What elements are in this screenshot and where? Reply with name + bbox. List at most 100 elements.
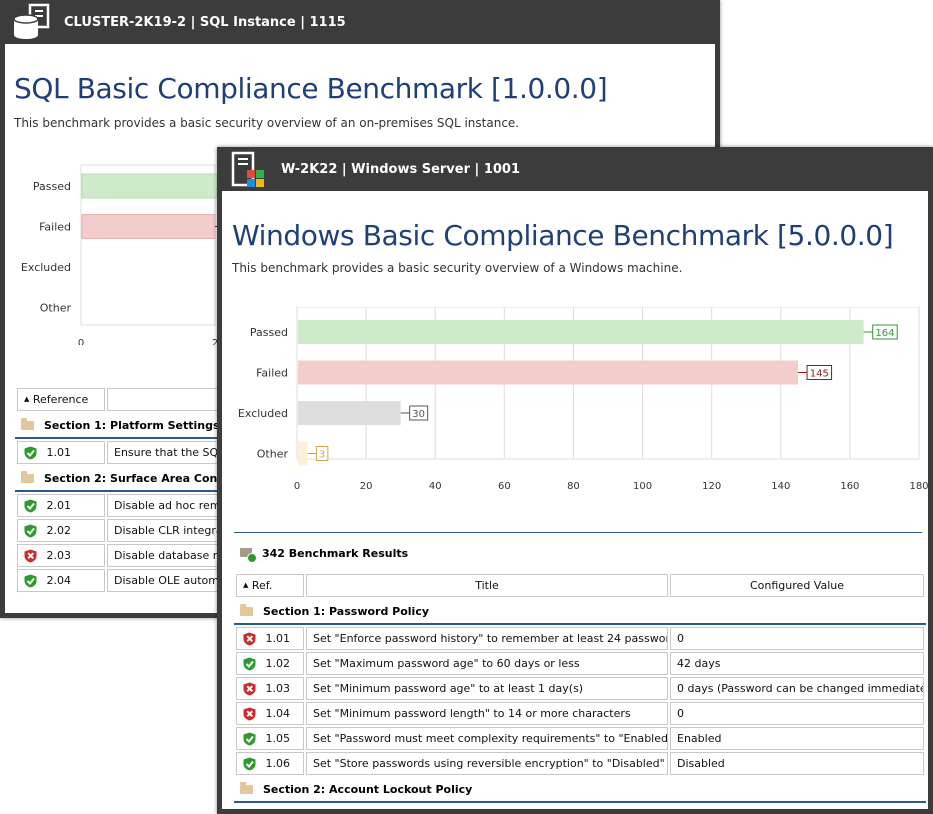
x-tick-label: 0 [78,338,84,345]
title-cell: Set "Enforce password history" to rememb… [306,627,668,650]
ref-label: 1.02 [265,656,291,670]
sort-up-icon: ▲ [243,581,249,589]
shield-x-icon [24,549,37,563]
ref-label: 2.01 [46,498,72,512]
windows-page-description: This benchmark provides a basic security… [232,261,683,275]
ref-label: 2.02 [46,523,72,537]
shield-x-icon [243,707,256,721]
windows-server-window: W-2K22 | Windows Server | 1001 Windows B… [217,147,933,814]
table-row[interactable]: 1.04 Set "Minimum password length" to 14 … [236,702,924,725]
section-header[interactable]: Section 1: Password Policy [234,599,926,625]
ref-label: 1.06 [265,756,291,770]
value-cell: 42 days [670,652,924,675]
shield-x-icon [243,632,256,646]
shield-check-icon [243,757,256,771]
category-label-passed: Passed [33,180,71,193]
table-row[interactable]: 1.01 Set "Enforce password history" to re… [236,627,924,650]
sql-page-description: This benchmark provides a basic security… [14,116,520,130]
windows-window-title: W-2K22 | Windows Server | 1001 [281,161,520,177]
table-row[interactable]: 1.03 Set "Minimum password age" to at lea… [236,677,924,700]
shield-check-icon [24,499,37,513]
title-cell: Set "Minimum password length" to 14 or m… [306,702,668,725]
bar-excluded[interactable] [298,401,401,425]
data-label-excluded: 30 [412,409,425,420]
x-tick-label: 140 [771,481,790,492]
ref-label: 1.05 [265,731,291,745]
ref-cell: 2.03 [17,544,105,567]
title-header-label: Title [475,579,499,592]
configured-value-header[interactable]: Configured Value [670,574,924,597]
x-tick-label: 160 [840,481,859,492]
table-row[interactable]: 1.05 Set "Password must meet complexity r… [236,727,924,750]
ref-label: 1.04 [265,706,291,720]
windows-results-table: ▲ Ref. Title Configured Value Section 1:… [234,572,926,803]
shield-check-icon [24,524,37,538]
data-label-other: 3 [319,450,325,461]
ref-cell: 1.02 [236,652,304,675]
sql-database-icon [10,2,52,42]
shield-check-icon [243,732,256,746]
sql-sort-reference-header[interactable]: ▲ Reference [17,388,105,411]
ref-label: 1.01 [265,631,291,645]
value-cell: 0 [670,627,924,650]
category-label-passed: Passed [250,326,288,339]
ref-cell: 1.06 [236,752,304,775]
ref-cell: 1.05 [236,727,304,750]
category-label-other: Other [40,302,72,315]
data-label-failed: 145 [810,369,829,380]
results-divider [234,532,922,533]
bar-failed[interactable] [81,214,216,239]
x-tick-label: 40 [429,481,442,492]
windows-results-chart: 0 20 40 60 80 100 120 140 160 180 Passed 164 Failed 1… [238,307,928,492]
title-cell: Set "Minimum password age" to at least 1… [306,677,668,700]
sort-ref-header[interactable]: ▲ Ref. [236,574,304,597]
title-header[interactable]: Title [306,574,668,597]
x-tick-label: 100 [633,481,652,492]
ref-label: 1.03 [265,681,291,695]
section-label: Section 1: Password Policy [263,604,430,618]
results-count: 342 Benchmark Results [240,543,408,563]
shield-check-icon [24,574,37,588]
bar-passed[interactable] [298,320,864,344]
windows-page-title: Windows Basic Compliance Benchmark [5.0.… [232,219,894,252]
sort-up-icon: ▲ [24,395,30,403]
table-row[interactable]: 1.06 Set "Store passwords using reversibl… [236,752,924,775]
table-row[interactable]: 1.02 Set "Maximum password age" to 60 day… [236,652,924,675]
windows-table-header: ▲ Ref. Title Configured Value [236,574,924,597]
sql-results-chart: 024PassedFailedExcludedOther2 [21,164,245,345]
value-cell: 0 [670,702,924,725]
bar-failed[interactable] [298,360,799,385]
category-label-other: Other [257,448,289,461]
value-cell: Disabled [670,752,924,775]
ref-label: 1.01 [46,445,72,459]
ref-cell: 1.03 [236,677,304,700]
ref-label: 2.03 [46,548,72,562]
sql-reference-header-label: Reference [32,393,89,406]
title-cell: Set "Store passwords using reversible en… [306,752,668,775]
windows-window-titlebar[interactable]: W-2K22 | Windows Server | 1001 [222,147,928,191]
ref-header-label: Ref. [251,579,273,592]
section-label: Section 1: Platform Settings [44,418,220,432]
shield-check-icon [24,446,37,460]
folder-icon [240,603,253,616]
x-tick-label: 80 [567,481,580,492]
folder-icon [21,470,34,483]
category-label-failed: Failed [256,367,288,380]
section-header[interactable]: Section 2: Account Lockout Policy [234,777,926,803]
value-cell: Enabled [670,727,924,750]
value-cell: 0 days (Password can be changed immediat… [670,677,924,700]
x-tick-label: 180 [909,481,928,492]
title-cell: Set "Password must meet complexity requi… [306,727,668,750]
bar-other[interactable] [298,441,308,466]
data-label-passed: 164 [875,328,894,339]
results-count-label: 342 Benchmark Results [262,546,409,560]
ref-cell: 2.04 [17,569,105,592]
ref-label: 2.04 [46,573,72,587]
category-label-excluded: Excluded [238,407,288,420]
sql-window-titlebar[interactable]: CLUSTER-2K19-2 | SQL Instance | 1115 [5,0,715,44]
ref-cell: 1.01 [236,627,304,650]
section-label: Section 2: Account Lockout Policy [263,782,473,796]
shield-check-icon [243,657,256,671]
ref-cell: 2.01 [17,494,105,517]
ref-cell: 1.01 [17,441,105,464]
